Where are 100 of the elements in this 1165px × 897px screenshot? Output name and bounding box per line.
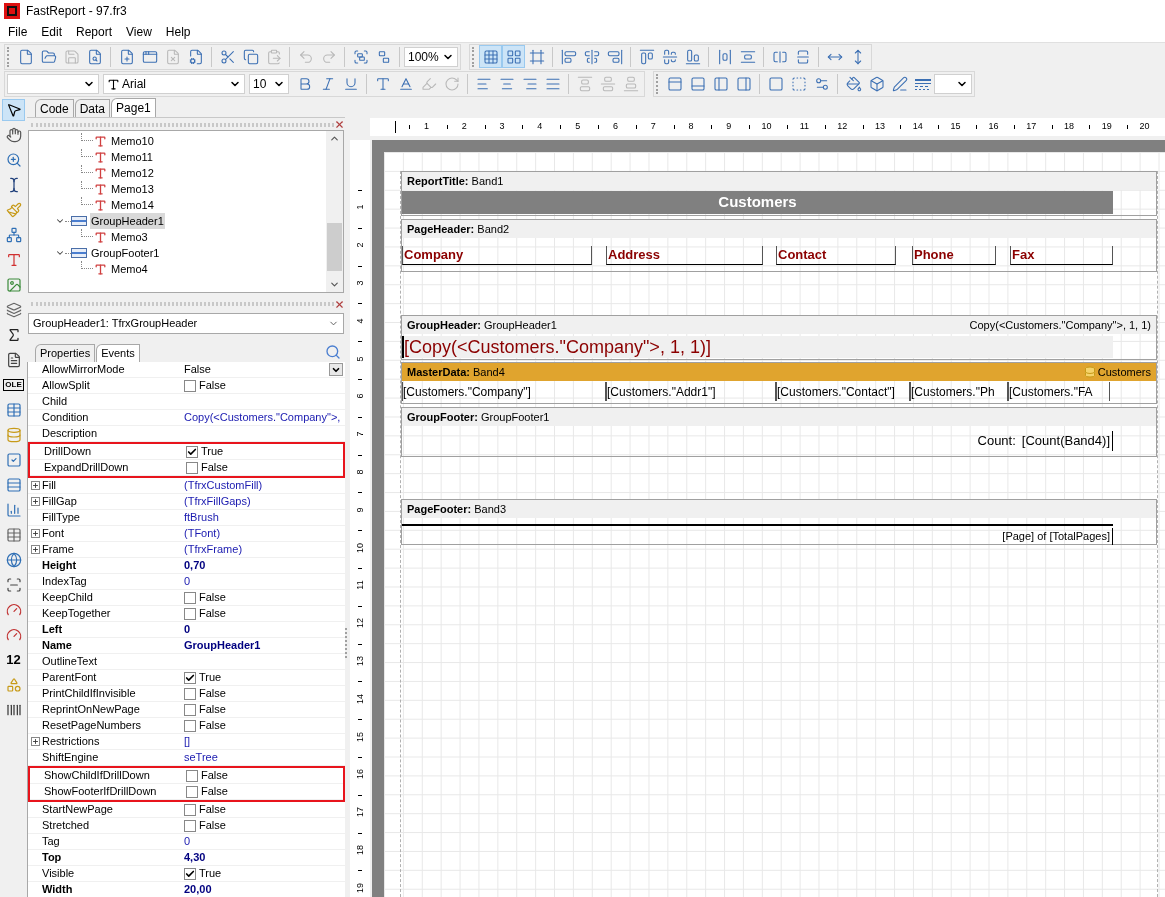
expand-icon[interactable] xyxy=(31,737,40,746)
menu-item[interactable]: Report xyxy=(69,23,120,41)
band-caption: PageFooter: Band3 xyxy=(407,501,507,517)
tree-item[interactable]: Memo3 xyxy=(111,228,148,246)
band[interactable]: GroupHeader: GroupHeader1 Copy(<Customers."Company">, 1, 1) [Copy(<Customers."Company">, 1, 1)] xyxy=(401,315,1157,360)
scroll-down-icon[interactable] xyxy=(329,279,340,290)
data-memo[interactable]: [Customers."Addr1"] xyxy=(606,382,776,401)
left-frame-icon xyxy=(712,76,729,92)
tree-item[interactable]: GroupHeader1 xyxy=(90,212,165,230)
toolbox-button[interactable] xyxy=(2,99,25,121)
expand-icon[interactable] xyxy=(31,545,40,554)
header-memo[interactable]: Phone xyxy=(912,246,996,265)
count-memo[interactable]: [Count(Band4)] xyxy=(1021,431,1113,451)
search-icon[interactable] xyxy=(325,344,341,360)
menu-item[interactable]: Edit xyxy=(34,23,70,41)
header-memo[interactable]: Fax xyxy=(1010,246,1113,265)
ruler-label: 17 xyxy=(355,807,365,818)
property-name: ExpandDrillDown xyxy=(44,460,129,476)
title-memo[interactable]: Customers xyxy=(402,191,1113,214)
menu-item[interactable]: Help xyxy=(158,23,198,41)
band[interactable]: ReportTitle: Band1 Customers xyxy=(401,171,1157,216)
expand-icon[interactable] xyxy=(31,497,40,506)
expand-toggle[interactable] xyxy=(55,248,65,258)
checkbox[interactable] xyxy=(186,785,198,798)
font-color-icon xyxy=(397,76,414,92)
expand-icon[interactable] xyxy=(31,481,40,490)
checkbox[interactable] xyxy=(184,803,196,816)
new-page-icon xyxy=(118,48,135,65)
tree-item[interactable]: Memo13 xyxy=(111,180,154,198)
property-value: True xyxy=(201,444,224,459)
data-memo[interactable]: [Customers."Company"] xyxy=(402,382,606,401)
rotate-icon xyxy=(443,76,460,92)
ruler-label: 1 xyxy=(423,120,429,134)
checkbox[interactable] xyxy=(184,607,196,620)
checkbox[interactable] xyxy=(186,461,198,474)
page-number-memo[interactable]: [Page] of [TotalPages] xyxy=(1002,528,1113,545)
tab[interactable]: Data xyxy=(74,99,111,117)
tab[interactable]: Code xyxy=(35,99,74,117)
redo-icon xyxy=(320,48,337,65)
band[interactable]: PageHeader: Band2 Company Address Contact Phone Fax xyxy=(401,219,1157,272)
checkbox[interactable] xyxy=(186,445,198,458)
pointer-icon xyxy=(5,102,22,118)
highlight-icon xyxy=(420,76,437,92)
close-icon[interactable] xyxy=(334,298,345,310)
band[interactable]: PageFooter: Band3 [Page] of [TotalPages] xyxy=(401,499,1157,545)
ruler-label: 2 xyxy=(461,120,467,134)
snap-grid-button[interactable] xyxy=(502,45,525,68)
checkbox[interactable] xyxy=(184,671,196,684)
property-value: True xyxy=(199,670,222,685)
header-memo[interactable]: Address xyxy=(606,246,763,265)
checkbox[interactable] xyxy=(184,867,196,880)
scrollbar[interactable] xyxy=(326,131,343,292)
align-right-icon xyxy=(606,48,623,65)
property-name: ReprintOnNewPage xyxy=(42,702,140,718)
zoom-combo[interactable]: 100% xyxy=(404,46,458,67)
band[interactable]: GroupFooter: GroupFooter1 Count: [Count(Band4)] xyxy=(401,407,1157,457)
tree-item[interactable]: Memo14 xyxy=(111,196,154,214)
save-icon xyxy=(63,48,80,65)
tree-item[interactable]: Memo10 xyxy=(111,132,154,150)
header-memo[interactable]: Contact xyxy=(776,246,896,265)
checkbox[interactable] xyxy=(184,687,196,700)
menu-item[interactable]: View xyxy=(119,23,159,41)
tree-item[interactable]: Memo4 xyxy=(111,260,148,278)
preview-icon xyxy=(86,48,103,65)
data-memo[interactable]: [Customers."FA xyxy=(1008,382,1110,401)
tree-item[interactable]: Memo11 xyxy=(111,148,153,166)
tab[interactable]: Properties xyxy=(35,344,96,362)
ruler-label: 19 xyxy=(355,882,365,893)
ruler-label: 5 xyxy=(355,356,365,362)
property-dropdown[interactable]: False xyxy=(184,362,345,377)
count-label[interactable]: Count: xyxy=(977,431,1016,451)
fit-grid-icon xyxy=(528,48,545,65)
band[interactable]: MasterData: Band4 Customers [Customers."Company"] [Customers."Addr1"] [Customers."Contact"] [Customers."Ph [Customers."FA xyxy=(401,362,1157,404)
tab[interactable]: Events xyxy=(96,344,140,362)
close-icon[interactable] xyxy=(334,119,345,130)
checkbox[interactable] xyxy=(184,591,196,604)
property-value: [] xyxy=(184,734,191,749)
text-object-icon xyxy=(94,262,107,276)
menu-item[interactable]: File xyxy=(1,23,35,41)
data-memo[interactable]: [Customers."Ph xyxy=(910,382,1008,401)
font-combo[interactable]: Arial xyxy=(103,74,245,94)
checkbox[interactable] xyxy=(186,769,198,782)
object-selector[interactable]: GroupHeader1: TfrxGroupHeader xyxy=(28,313,344,334)
expand-icon[interactable] xyxy=(31,529,40,538)
checkbox[interactable] xyxy=(184,819,196,832)
expand-toggle[interactable] xyxy=(55,216,65,226)
data-memo[interactable]: [Customers."Contact"] xyxy=(776,382,910,401)
tree-item[interactable]: GroupFooter1 xyxy=(90,244,161,262)
grid-button[interactable] xyxy=(479,45,502,68)
font-size-combo[interactable]: 10 xyxy=(249,74,289,94)
tree-item[interactable]: Memo12 xyxy=(111,164,154,182)
property-value: True xyxy=(199,866,222,881)
tab[interactable]: Page1 xyxy=(111,98,156,117)
group-memo[interactable]: [Copy(<Customers."Company">, 1, 1)] xyxy=(402,336,1113,358)
toolbox-button[interactable]: OLE xyxy=(2,374,25,396)
header-memo[interactable]: Company xyxy=(402,246,592,265)
property-name: Condition xyxy=(42,410,89,426)
checkbox[interactable] xyxy=(184,719,196,732)
checkbox[interactable] xyxy=(184,379,196,392)
checkbox[interactable] xyxy=(184,703,196,716)
